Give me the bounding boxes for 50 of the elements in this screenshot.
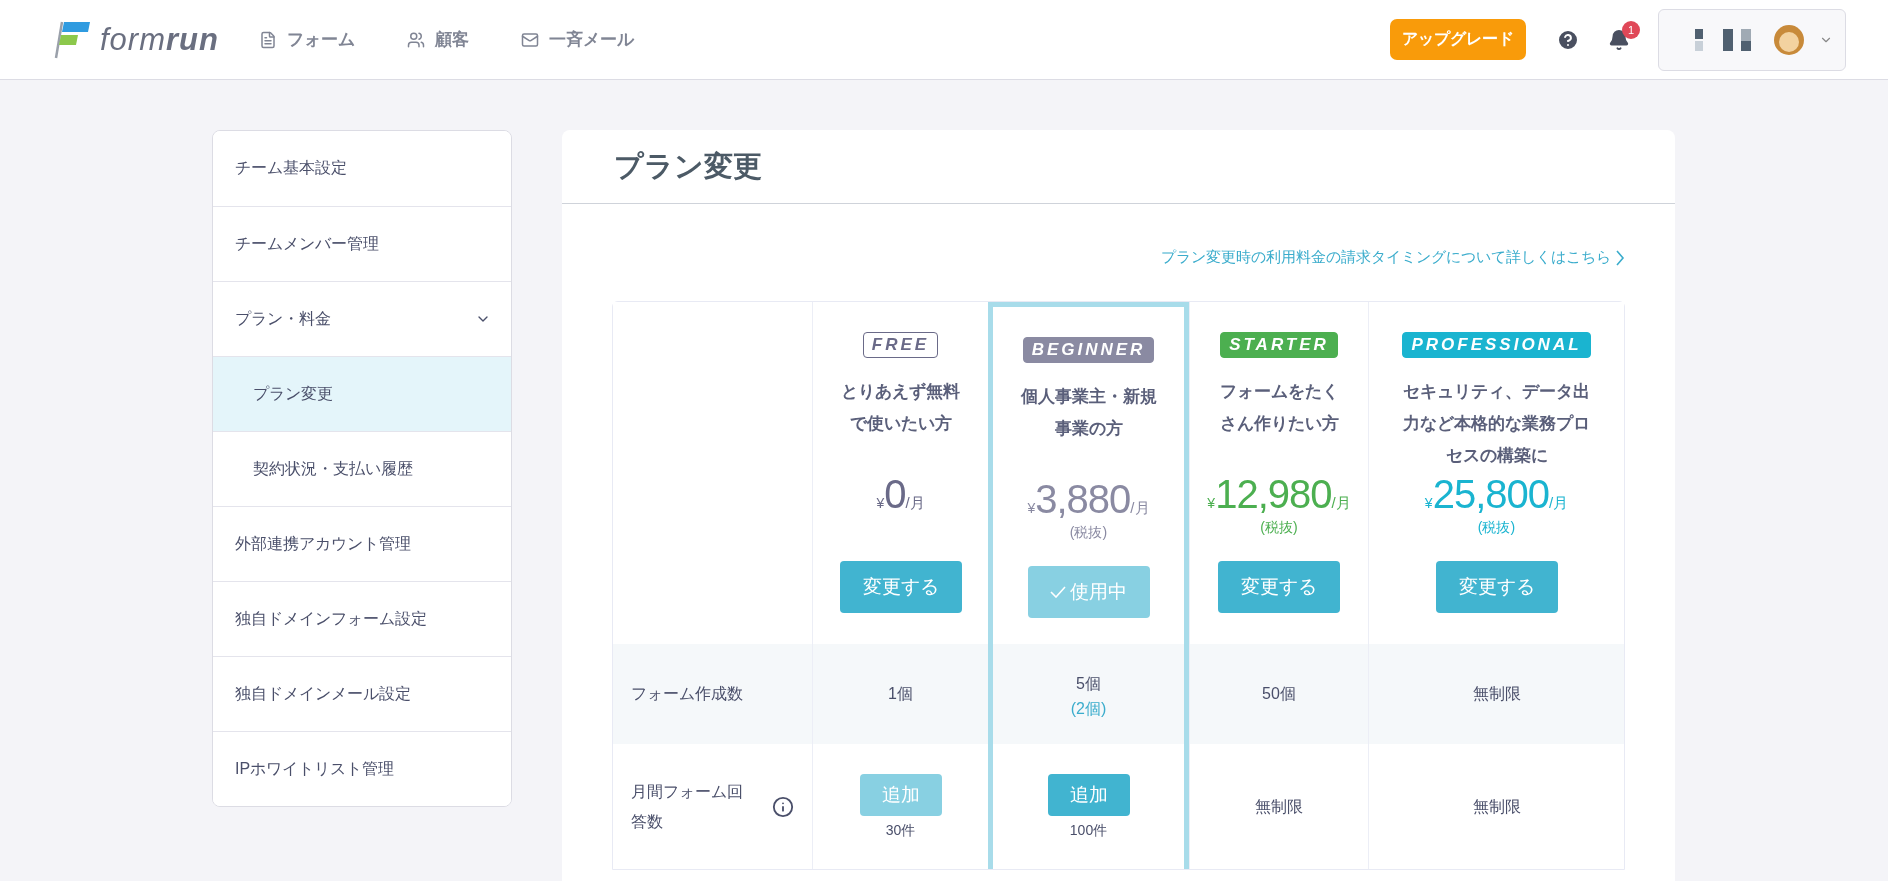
table-cell-text: 1個 (888, 684, 913, 704)
chevron-right-icon (1615, 249, 1625, 266)
change-plan-button[interactable]: 変更する (839, 561, 962, 613)
notification-count: 1 (1622, 20, 1640, 39)
tax-note: (税抜) (1477, 519, 1516, 537)
avatar-icon (1773, 23, 1805, 56)
plan-price: ¥0/月 (876, 472, 925, 517)
info-icon[interactable] (772, 795, 794, 818)
document-icon (258, 30, 277, 49)
plan-badge: STARTER (1220, 332, 1338, 358)
bell-icon[interactable] (1608, 28, 1630, 51)
account-menu[interactable] (1658, 8, 1846, 71)
table-cell-text: 無制限 (1472, 684, 1521, 704)
billing-info-link[interactable]: プラン変更時の利用料金の請求タイミングについて詳しくはこちら (1161, 248, 1625, 267)
plan-badge: BEGINNER (1022, 337, 1155, 363)
table-cell-text: 5個 (1076, 673, 1101, 694)
row-label: 月間フォーム回答数 (631, 781, 744, 832)
change-plan-button[interactable]: 変更する (1218, 561, 1340, 613)
nav-link[interactable]: 一斉メール (520, 28, 634, 51)
check-icon (1050, 586, 1066, 598)
add-button[interactable]: 追加 (1047, 773, 1130, 816)
plan-description: とりあえず無料で使いたい方 (840, 381, 961, 435)
plan-badge: PROFESSIONAL (1402, 332, 1591, 358)
plan-price: ¥12,980/月 (1207, 472, 1351, 517)
nav-link[interactable]: フォーム (258, 28, 355, 51)
table-cell-text: 50個 (1262, 684, 1296, 704)
sidebar-item[interactable]: プラン変更 (213, 356, 511, 431)
upgrade-button[interactable]: アップグレード (1390, 19, 1526, 60)
logo-text: formrun (100, 21, 219, 58)
flag-logo-icon (54, 19, 92, 60)
table-cell-text: 無制限 (1472, 796, 1521, 817)
plan-description: 個人事業主・新規事業の方 (1019, 386, 1158, 440)
table-cell: 30件 (885, 821, 916, 840)
sidebar-item[interactable]: IPホワイトリスト管理 (213, 731, 511, 806)
change-plan-button[interactable]: 変更する (1435, 561, 1558, 613)
mail-icon (520, 30, 539, 49)
plan-description: セキュリティ、データ出力など本格的な業務プロセスの構築に (1402, 381, 1591, 467)
row-label: フォーム作成数 (631, 684, 743, 704)
page-title: プラン変更 (562, 130, 1675, 204)
tax-note: (税抜) (1069, 524, 1108, 542)
plan-description: フォームをたくさん作りたい方 (1218, 381, 1340, 435)
plan-badge: FREE (862, 332, 939, 358)
table-cell-text: 無制限 (1255, 796, 1303, 817)
nav-link[interactable]: 顧客 (406, 28, 469, 51)
tax-note: (税抜) (1260, 519, 1298, 537)
table-cell: 100件 (1069, 821, 1108, 840)
plan-price: ¥25,800/月 (1424, 472, 1569, 517)
table-cell-note: (2個) (1070, 698, 1107, 719)
plan-price: ¥3,880/月 (1027, 477, 1150, 522)
people-icon (406, 30, 425, 49)
